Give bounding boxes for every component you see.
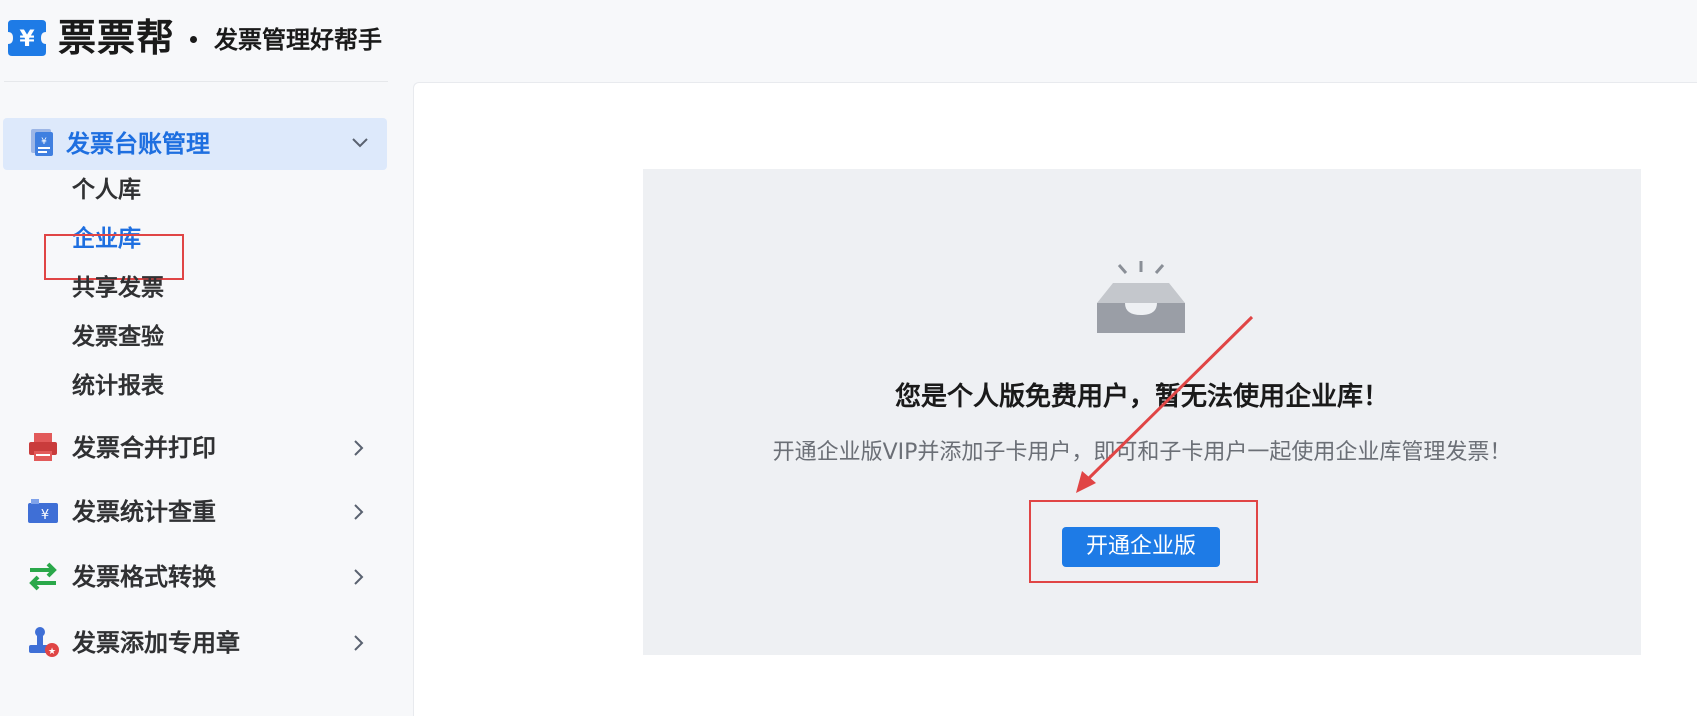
- sidebar-item-stats-report[interactable]: 统计报表: [72, 370, 164, 402]
- logo-symbol: ¥: [19, 27, 35, 52]
- stamp-icon: ★: [29, 627, 59, 657]
- sidebar: ¥ 发票台账管理 个人库 企业库 共享发票 发票查验 统计报表 发票合并打印 ¥: [0, 82, 396, 716]
- logo-icon[interactable]: ¥: [4, 18, 50, 58]
- chevron-right-icon[interactable]: [350, 568, 368, 586]
- svg-text:★: ★: [48, 647, 56, 657]
- menu-group-label: 发票台账管理: [66, 130, 210, 158]
- menu-group-invoice-ledger[interactable]: ¥ 发票台账管理: [3, 118, 387, 170]
- printer-icon: [29, 433, 57, 461]
- menu-group-label: 发票统计查重: [72, 498, 216, 526]
- chevron-right-icon[interactable]: [350, 439, 368, 457]
- upgrade-enterprise-button[interactable]: 开通企业版: [1062, 527, 1220, 567]
- sidebar-item-personal-library[interactable]: 个人库: [72, 174, 141, 206]
- empty-state-description: 开通企业版VIP并添加子卡用户，即可和子卡用户一起使用企业库管理发票！: [772, 440, 1512, 465]
- empty-state-title: 您是个人版免费用户，暂无法使用企业库！: [894, 382, 1389, 412]
- chevron-down-icon[interactable]: [351, 134, 369, 152]
- main-content: 您是个人版免费用户，暂无法使用企业库！ 开通企业版VIP并添加子卡用户，即可和子…: [413, 82, 1697, 716]
- convert-arrows-icon: [29, 562, 57, 591]
- chevron-right-icon[interactable]: [350, 634, 368, 652]
- empty-state-panel: 您是个人版免费用户，暂无法使用企业库！ 开通企业版VIP并添加子卡用户，即可和子…: [643, 169, 1641, 655]
- logo-text[interactable]: 票票帮: [58, 14, 175, 62]
- ledger-icon: ¥: [31, 129, 53, 156]
- invoice-stats-icon: ¥: [28, 499, 58, 523]
- app-header: ¥ 票票帮 发票管理好帮手: [0, 0, 1697, 82]
- menu-group-label: 发票格式转换: [72, 563, 216, 591]
- svg-text:¥: ¥: [41, 508, 49, 523]
- menu-group-label: 发票添加专用章: [72, 629, 240, 657]
- empty-inbox-icon: [1097, 261, 1185, 333]
- chevron-right-icon[interactable]: [350, 503, 368, 521]
- app-slogan: 发票管理好帮手: [214, 26, 382, 54]
- menu-group-label: 发票合并打印: [72, 434, 216, 462]
- sidebar-item-shared-invoices[interactable]: 共享发票: [72, 272, 164, 304]
- separator-dot: [190, 36, 197, 43]
- svg-text:¥: ¥: [41, 137, 47, 147]
- sidebar-item-invoice-verify[interactable]: 发票查验: [72, 321, 164, 353]
